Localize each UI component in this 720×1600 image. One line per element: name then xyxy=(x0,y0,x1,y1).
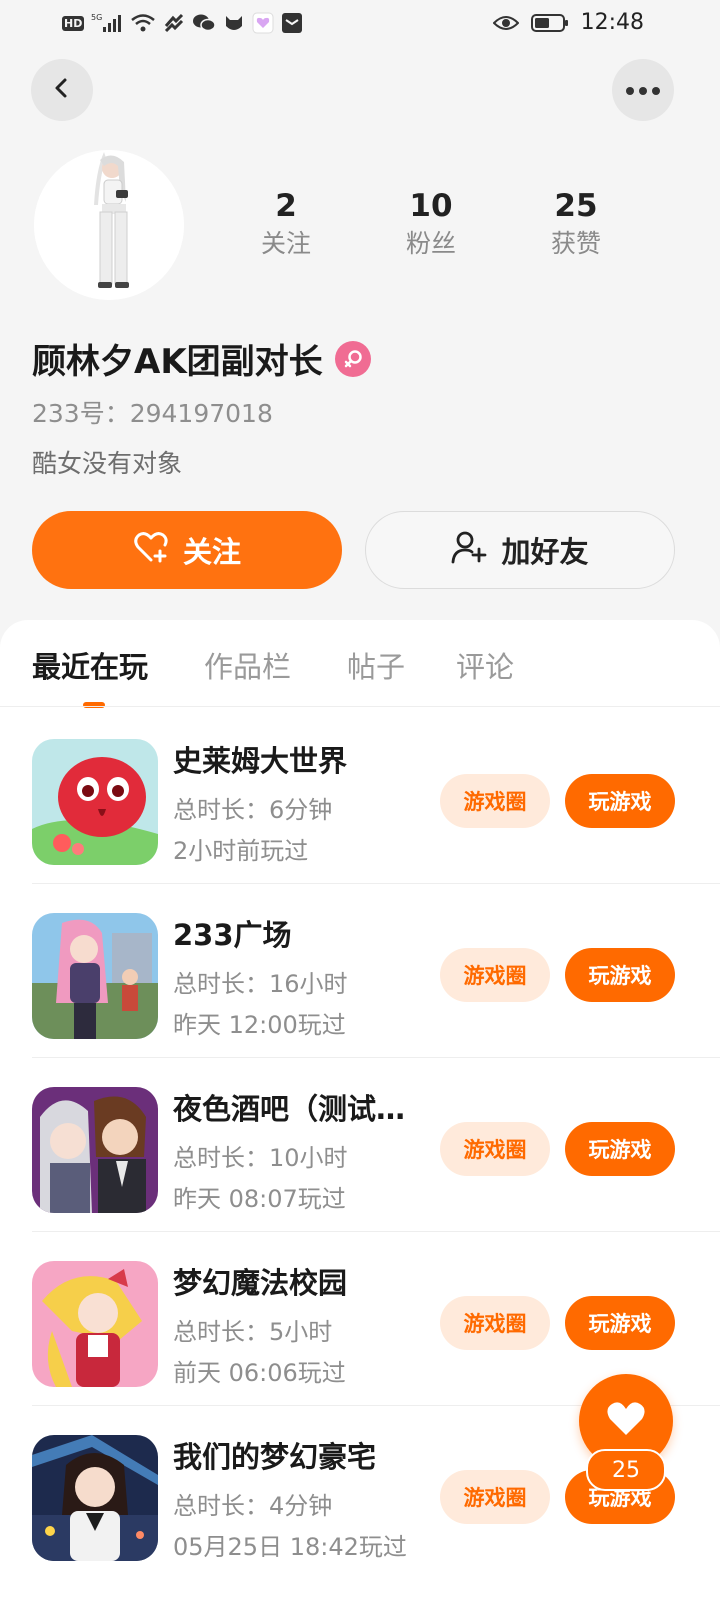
female-icon xyxy=(334,340,371,377)
game-title: 233广场 xyxy=(173,918,292,952)
game-icon-night-bar[interactable] xyxy=(32,1087,158,1213)
list-item[interactable]: 夜色酒吧（测试… 总时长：10小时 昨天 08:07玩过 游戏圈 玩游戏 xyxy=(32,1058,720,1232)
game-last-played: 2小时前玩过 xyxy=(173,837,309,865)
heart-plus-icon xyxy=(133,530,169,571)
more-button[interactable] xyxy=(612,59,674,121)
sync-icon xyxy=(163,12,185,34)
wechat-icon xyxy=(192,12,217,34)
stat-following[interactable]: 2 关注 xyxy=(226,186,346,262)
game-title: 史莱姆大世界 xyxy=(173,744,348,778)
clock: 12:48 xyxy=(580,10,644,35)
game-duration: 总时长：5小时 xyxy=(173,1318,333,1346)
network-type-label: 5G xyxy=(91,13,102,22)
wifi-icon xyxy=(130,12,156,34)
stat-following-value: 2 xyxy=(275,188,297,224)
game-icon-magic-school[interactable] xyxy=(32,1261,158,1387)
game-last-played: 05月25日 18:42玩过 xyxy=(173,1533,407,1561)
tab-recently-played[interactable]: 最近在玩 xyxy=(32,644,148,686)
like-count-badge: 25 xyxy=(586,1449,666,1491)
game-icon-dream-mansion[interactable] xyxy=(32,1435,158,1561)
game-last-played: 昨天 12:00玩过 xyxy=(173,1011,346,1039)
hd-icon: HD xyxy=(62,15,85,31)
profile-uid: 233号：294197018 xyxy=(32,399,273,428)
avatar[interactable] xyxy=(34,150,184,300)
back-button[interactable] xyxy=(31,59,93,121)
mail-app-icon xyxy=(281,12,303,34)
follow-button[interactable]: 关注 xyxy=(32,511,342,589)
stat-followers-label: 粉丝 xyxy=(405,229,456,258)
profile-name: 顾林夕AK团副对长 xyxy=(32,342,323,382)
tab-active-indicator xyxy=(83,702,105,708)
signal-icon: 5G xyxy=(91,12,123,34)
play-game-button[interactable]: 玩游戏 xyxy=(565,1122,675,1176)
game-circle-button[interactable]: 游戏圈 xyxy=(440,948,550,1002)
game-duration: 总时长：4分钟 xyxy=(173,1492,333,1520)
tab-comments[interactable]: 评论 xyxy=(456,644,514,686)
list-item[interactable]: 233广场 总时长：16小时 昨天 12:00玩过 游戏圈 玩游戏 xyxy=(32,884,720,1058)
stat-likes-value: 25 xyxy=(554,188,598,224)
list-item[interactable]: 史莱姆大世界 总时长：6分钟 2小时前玩过 游戏圈 玩游戏 xyxy=(32,710,720,884)
heart-app-icon xyxy=(252,12,274,34)
play-game-button[interactable]: 玩游戏 xyxy=(565,774,675,828)
play-game-button[interactable]: 玩游戏 xyxy=(565,948,675,1002)
game-duration: 总时长：16小时 xyxy=(173,970,348,998)
tab-divider xyxy=(0,706,720,707)
profile-name-row: 顾林夕AK团副对长 xyxy=(32,334,371,383)
stat-followers-value: 10 xyxy=(409,188,453,224)
game-icon-233-plaza[interactable] xyxy=(32,913,158,1039)
add-friend-button[interactable]: 加好友 xyxy=(365,511,675,589)
game-last-played: 昨天 08:07玩过 xyxy=(173,1185,346,1213)
chevron-left-icon xyxy=(50,76,74,104)
game-last-played: 前天 06:06玩过 xyxy=(173,1359,346,1387)
status-bar: HD 5G 12:48 xyxy=(0,0,720,50)
game-title: 夜色酒吧（测试… xyxy=(173,1092,406,1126)
game-circle-button[interactable]: 游戏圈 xyxy=(440,1470,550,1524)
game-icon-slime-world[interactable] xyxy=(32,739,158,865)
more-dots-icon xyxy=(625,81,661,100)
battery-icon xyxy=(530,12,569,34)
stat-likes[interactable]: 25 获赞 xyxy=(516,186,636,262)
stat-likes-label: 获赞 xyxy=(550,229,601,258)
play-game-button[interactable]: 玩游戏 xyxy=(565,1296,675,1350)
follow-button-label: 关注 xyxy=(182,535,241,569)
game-circle-button[interactable]: 游戏圈 xyxy=(440,774,550,828)
game-title: 梦幻魔法校园 xyxy=(173,1266,348,1300)
game-duration: 总时长：10小时 xyxy=(173,1144,348,1172)
heart-icon xyxy=(606,1401,646,1441)
profile-bio: 酷女没有对象 xyxy=(32,449,183,478)
eye-icon xyxy=(492,12,519,34)
stat-followers[interactable]: 10 粉丝 xyxy=(371,186,491,262)
game-title: 我们的梦幻豪宅 xyxy=(173,1440,377,1474)
cat-app-icon xyxy=(223,12,245,34)
game-circle-button[interactable]: 游戏圈 xyxy=(440,1122,550,1176)
add-friend-button-label: 加好友 xyxy=(501,535,589,569)
tab-posts[interactable]: 帖子 xyxy=(347,644,405,686)
game-circle-button[interactable]: 游戏圈 xyxy=(440,1296,550,1350)
stat-following-label: 关注 xyxy=(260,229,311,258)
add-user-icon xyxy=(451,530,487,571)
game-duration: 总时长：6分钟 xyxy=(173,796,333,824)
tab-works[interactable]: 作品栏 xyxy=(204,644,291,686)
